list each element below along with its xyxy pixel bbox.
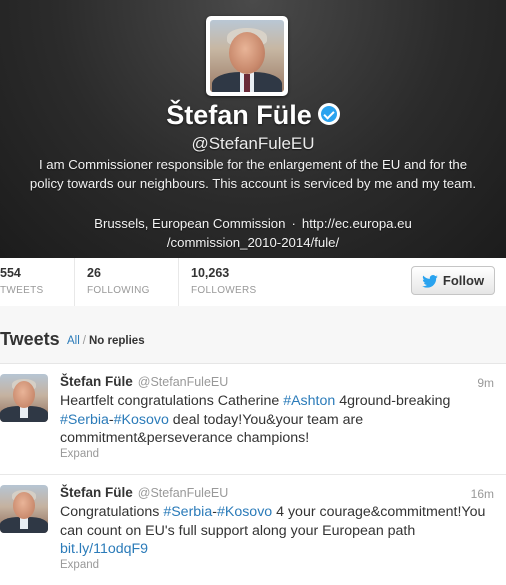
stat-following[interactable]: 26 FOLLOWING	[87, 266, 150, 296]
profile-avatar[interactable]	[206, 16, 288, 96]
hashtag-link[interactable]: #Kosovo	[217, 504, 272, 520]
stat-following-label: FOLLOWING	[87, 285, 150, 296]
tweet-item[interactable]: Štefan Füle @StefanFuleEU 16m Congratulat…	[0, 475, 506, 585]
stat-tweets[interactable]: 554 TWEETS	[0, 266, 43, 296]
verified-badge-icon	[317, 102, 340, 125]
tweet-text-segment: Heartfelt congratulations Catherine	[60, 393, 284, 409]
hashtag-link[interactable]: #Serbia	[163, 504, 212, 520]
separator: ·	[291, 216, 296, 231]
tweet-author-name: Štefan Füle	[60, 374, 133, 389]
twitter-bird-icon	[422, 274, 438, 288]
stat-tweets-label: TWEETS	[0, 285, 44, 296]
stat-tweets-value: 554	[0, 266, 21, 280]
tweet-text-segment: 4ground-breaking	[335, 393, 451, 409]
follow-button-label: Follow	[442, 273, 485, 288]
profile-name: Štefan Füle	[166, 100, 312, 130]
stat-followers-label: FOLLOWERS	[191, 285, 257, 296]
filter-no-replies[interactable]: No replies	[89, 335, 145, 347]
hashtag-link[interactable]: #Kosovo	[114, 412, 169, 428]
tweet-text: Congratulations #Serbia-#Kosovo 4 your c…	[60, 503, 500, 559]
hashtag-link[interactable]: #Serbia	[60, 412, 109, 428]
tweet-author-handle: @StefanFuleEU	[137, 486, 229, 500]
tweet-author[interactable]: Štefan Füle @StefanFuleEU	[60, 485, 228, 500]
timeline-filter: All / No replies	[67, 335, 145, 347]
profile-bio: I am Commissioner responsible for the en…	[29, 157, 477, 191]
profile-location: Brussels, European Commission	[94, 216, 286, 231]
follow-button[interactable]: Follow	[411, 266, 495, 295]
profile-handle: @StefanFuleEU	[191, 134, 315, 153]
profile-location-url: Brussels, European Commission · http://ec.…	[0, 215, 506, 252]
avatar-photo	[210, 20, 284, 92]
filter-separator: /	[82, 335, 86, 347]
tweet-item[interactable]: Štefan Füle @StefanFuleEU 9m Heartfelt co…	[0, 364, 506, 475]
profile-url[interactable]: http://ec.europa.eu	[302, 216, 412, 231]
tweet-expand-link[interactable]: Expand	[60, 448, 99, 460]
stat-followers[interactable]: 10,263 FOLLOWERS	[191, 266, 257, 296]
profile-url-cont[interactable]: /commission_2010-2014/fule/	[167, 235, 339, 250]
tweet-expand-link[interactable]: Expand	[60, 559, 99, 571]
tweet-text-segment: Congratulations	[60, 504, 164, 520]
filter-all-link[interactable]: All	[67, 335, 80, 347]
tweet-author-name: Štefan Füle	[60, 485, 133, 500]
timeline-title: Tweets	[0, 329, 60, 349]
hashtag-link[interactable]: #Ashton	[283, 393, 335, 409]
profile-header: Štefan Füle @StefanFuleEU I am Commissio…	[0, 0, 506, 258]
tweet-timestamp[interactable]: 16m	[471, 487, 494, 501]
tweet-timestamp[interactable]: 9m	[477, 376, 494, 390]
stat-followers-value: 10,263	[191, 266, 230, 280]
url-link[interactable]: bit.ly/11odqF9	[60, 541, 148, 557]
tweet-author[interactable]: Štefan Füle @StefanFuleEU	[60, 374, 228, 389]
tweet-text: Heartfelt congratulations Catherine #Ash…	[60, 392, 500, 448]
tweet-avatar[interactable]	[0, 374, 48, 422]
stat-following-value: 26	[87, 266, 101, 280]
tweet-author-handle: @StefanFuleEU	[137, 375, 229, 389]
tweet-avatar[interactable]	[0, 485, 48, 533]
profile-name-row: Štefan Füle	[0, 100, 506, 131]
